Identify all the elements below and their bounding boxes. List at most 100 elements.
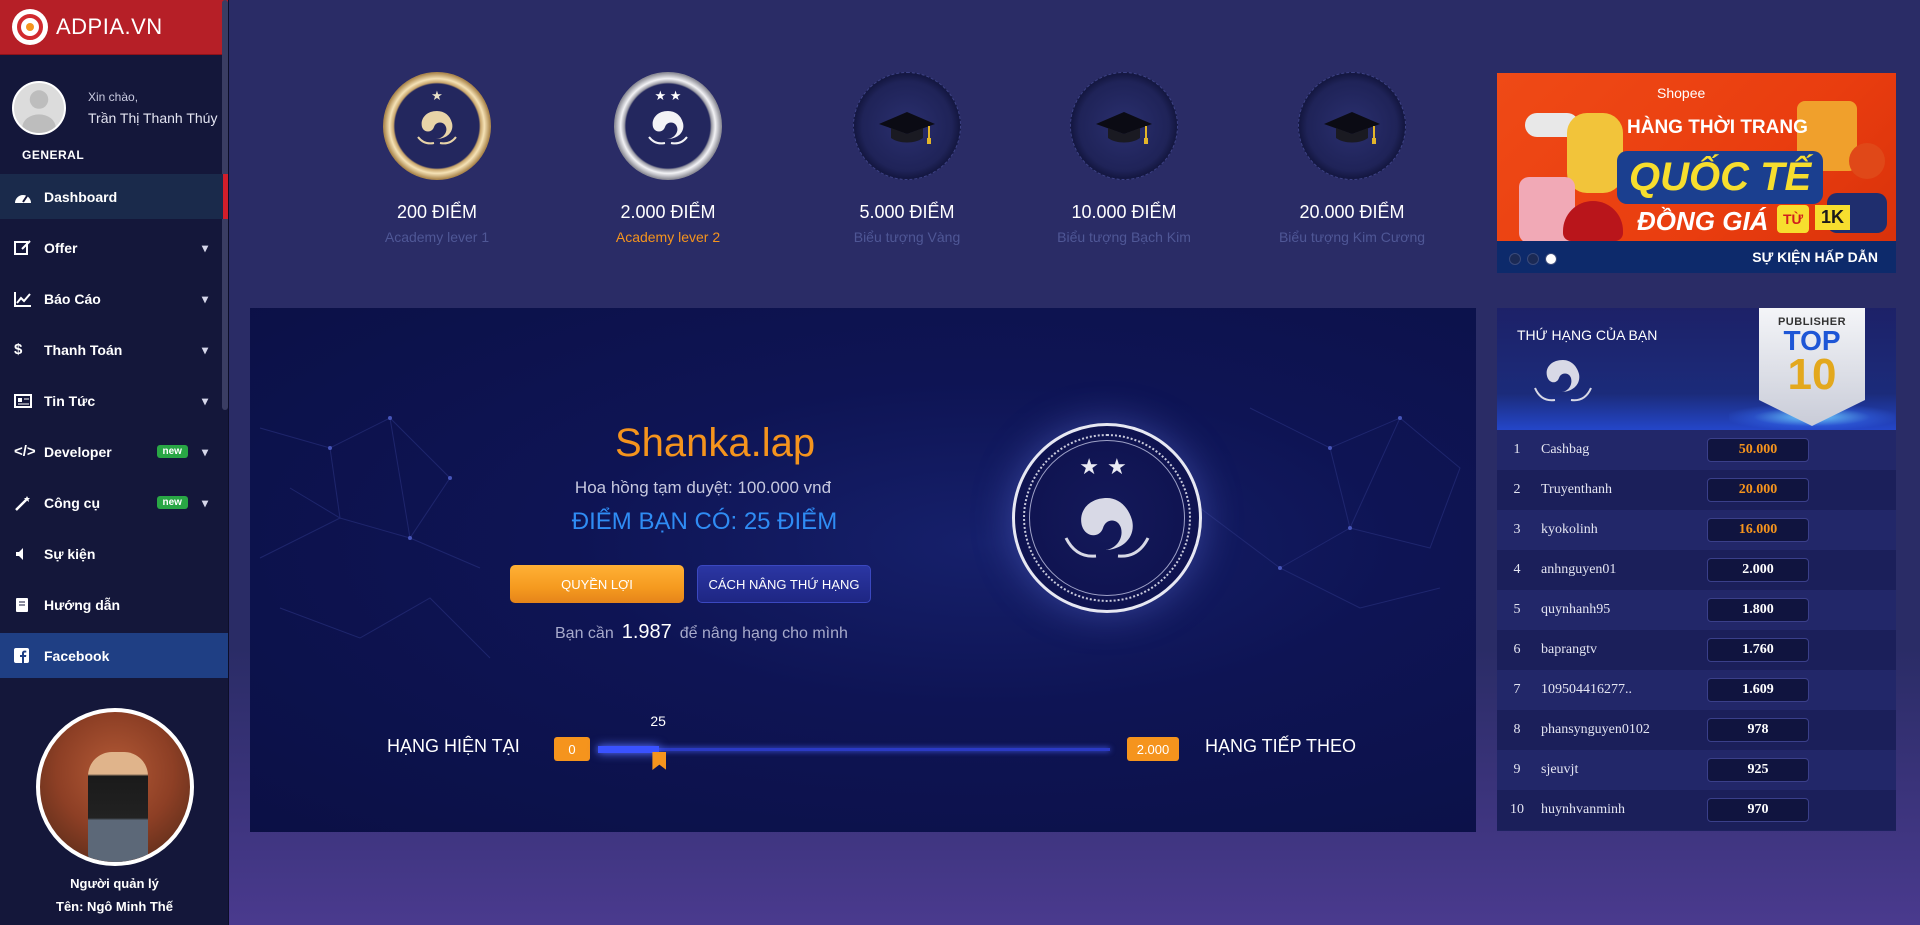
nav-section-title: GENERAL bbox=[22, 148, 85, 162]
chevron-down-icon: ▾ bbox=[201, 495, 208, 510]
level-badge-2[interactable]: ★ ★ 2.000 ĐIỂM Academy lever 2 bbox=[568, 72, 768, 245]
sidebar: ADPIA.VN Xin chào, Trần Thị Thanh Thúy G… bbox=[0, 0, 229, 925]
volume-icon bbox=[14, 547, 36, 561]
chevron-down-icon: ▾ bbox=[201, 291, 208, 306]
level-badge-4[interactable]: 10.000 ĐIỂM Biểu tượng Bạch Kim bbox=[1024, 72, 1224, 245]
need-prefix: Bạn cần bbox=[555, 625, 614, 642]
rank-number: 6 bbox=[1513, 642, 1521, 657]
progress-marker bbox=[652, 752, 667, 770]
sidebar-item-guide[interactable]: Hướng dẫn bbox=[0, 582, 228, 627]
graduation-cap-icon bbox=[1298, 72, 1406, 180]
brand-header[interactable]: ADPIA.VN bbox=[0, 0, 228, 55]
publisher-score: 1.760 bbox=[1707, 638, 1809, 662]
new-badge: new bbox=[156, 445, 188, 458]
level-badge-3[interactable]: 5.000 ĐIỂM Biểu tượng Vàng bbox=[807, 72, 1007, 245]
sidebar-item-payment[interactable]: $ Thanh Toán ▾ bbox=[0, 327, 228, 372]
user-avatar[interactable] bbox=[12, 80, 66, 135]
leaderboard-title: THỨ HẠNG CỦA BẠN bbox=[1517, 327, 1658, 343]
sidebar-item-label: Báo Cáo bbox=[44, 290, 101, 307]
adpia-logo-icon bbox=[12, 9, 48, 45]
table-row[interactable]: 8 phansynguyen0102 978 bbox=[1497, 710, 1896, 750]
points-have-text: ĐIỂM BẠN CÓ: 25 ĐIỂM bbox=[571, 508, 838, 535]
dollar-icon: $ bbox=[14, 341, 23, 358]
carousel-dot[interactable] bbox=[1527, 253, 1539, 265]
banner-line2: QUỐC TẾ bbox=[1617, 151, 1824, 204]
book-icon bbox=[14, 597, 36, 613]
how-to-rank-up-button[interactable]: CÁCH NÂNG THỨ HẠNG bbox=[697, 565, 871, 603]
publisher-score: 978 bbox=[1707, 718, 1809, 742]
table-row[interactable]: 5 quynhanh95 1.800 bbox=[1497, 590, 1896, 630]
user-name: Trần Thị Thanh Thúy bbox=[88, 109, 218, 126]
rank-number: 8 bbox=[1513, 722, 1521, 737]
banner-line3: ĐỒNG GIÁ bbox=[1637, 206, 1769, 236]
banner-line1: HÀNG THỜI TRANG bbox=[1627, 117, 1808, 138]
level-points: 10.000 ĐIỂM bbox=[1071, 202, 1177, 222]
level-points: 5.000 ĐIỂM bbox=[859, 202, 955, 222]
table-row[interactable]: 9 sjeuvjt 925 bbox=[1497, 750, 1896, 790]
publisher-name: 109504416277.. bbox=[1541, 682, 1632, 697]
publisher-name: anhnguyen01 bbox=[1541, 562, 1617, 577]
rank-number: 2 bbox=[1513, 482, 1521, 497]
academy-medal-icon: ★ bbox=[383, 72, 491, 180]
facebook-icon bbox=[14, 648, 36, 663]
graduation-cap-icon bbox=[1070, 72, 1178, 180]
publisher-score: 20.000 bbox=[1707, 478, 1809, 502]
sidebar-item-facebook[interactable]: Facebook bbox=[0, 633, 228, 678]
level-name: Biểu tượng Kim Cương bbox=[1278, 229, 1426, 245]
table-row[interactable]: 10 huynhvanminh 970 bbox=[1497, 790, 1896, 830]
rank-number: 4 bbox=[1513, 562, 1521, 577]
dashboard-icon bbox=[14, 190, 36, 204]
benefits-button[interactable]: QUYỀN LỢI bbox=[510, 565, 684, 603]
rank-number: 7 bbox=[1513, 682, 1521, 697]
rank-progress: HẠNG HIỆN TẠI 0 25 2.000 HẠNG TIẾP THEO bbox=[250, 713, 1476, 773]
next-rank-label: HẠNG TIẾP THEO bbox=[1205, 736, 1357, 756]
rank-panel: Shanka.lap Hoa hồng tạm duyệt: 100.000 v… bbox=[250, 308, 1476, 832]
leaderboard: THỨ HẠNG CỦA BẠN PUBLISHER TOP 10 1 Cashb… bbox=[1497, 308, 1896, 831]
sidebar-item-offer[interactable]: Offer ▾ bbox=[0, 225, 228, 270]
need-value: 1.987 bbox=[621, 621, 672, 643]
sidebar-item-reports[interactable]: Báo Cáo ▾ bbox=[0, 276, 228, 321]
publisher-score: 1.800 bbox=[1707, 598, 1809, 622]
edit-icon bbox=[14, 239, 36, 256]
level-badge-1[interactable]: ★ 200 ĐIỂM Academy lever 1 bbox=[337, 72, 537, 245]
table-row[interactable]: 2 Truyenthanh 20.000 bbox=[1497, 470, 1896, 510]
publisher-score: 2.000 bbox=[1707, 558, 1809, 582]
chevron-down-icon: ▾ bbox=[201, 444, 208, 459]
rank-number: 10 bbox=[1510, 802, 1524, 817]
carousel-dot-active[interactable] bbox=[1545, 253, 1557, 265]
need-suffix: để nâng hạng cho mình bbox=[679, 625, 848, 642]
level-points: 200 ĐIỂM bbox=[396, 202, 478, 222]
new-badge: new bbox=[156, 496, 188, 509]
table-row[interactable]: 3 kyokolinh 16.000 bbox=[1497, 510, 1896, 550]
banner-tu: TỪ bbox=[1777, 205, 1810, 233]
progress-value-label: 25 bbox=[650, 713, 666, 729]
sidebar-item-events[interactable]: Sự kiện bbox=[0, 531, 228, 576]
chevron-down-icon: ▾ bbox=[201, 393, 208, 408]
publisher-score: 50.000 bbox=[1707, 438, 1809, 462]
table-row[interactable]: 1 Cashbag 50.000 bbox=[1497, 430, 1896, 470]
publisher-score: 970 bbox=[1707, 798, 1809, 822]
shopee-brand: Shopee bbox=[1657, 85, 1706, 101]
sidebar-item-developer[interactable]: </> Developer new ▾ bbox=[0, 429, 228, 474]
promo-banner[interactable]: Shopee HÀNG THỜI TRANG QUỐC TẾ ĐỒNG GIÁ … bbox=[1497, 73, 1896, 273]
level-name: Biểu tượng Bạch Kim bbox=[1057, 229, 1191, 245]
rank-number: 3 bbox=[1513, 522, 1521, 537]
rank-emblem-icon bbox=[1534, 360, 1592, 402]
sidebar-item-label: Offer bbox=[44, 239, 78, 256]
sidebar-item-label: Công cụ bbox=[44, 494, 100, 511]
chevron-down-icon: ▾ bbox=[201, 342, 208, 357]
sidebar-item-news[interactable]: Tin Tức ▾ bbox=[0, 378, 228, 423]
table-row[interactable]: 6 baprangtv 1.760 bbox=[1497, 630, 1896, 670]
banner-k: 1K bbox=[1815, 205, 1851, 230]
table-row[interactable]: 7 109504416277.. 1.609 bbox=[1497, 670, 1896, 710]
magic-wand-icon bbox=[14, 495, 36, 511]
level-name: Academy lever 1 bbox=[384, 229, 490, 245]
publisher-name: huynhvanminh bbox=[1541, 802, 1625, 817]
sidebar-item-dashboard[interactable]: Dashboard bbox=[0, 174, 228, 219]
manager-photo bbox=[35, 708, 194, 866]
sidebar-item-tools[interactable]: Công cụ new ▾ bbox=[0, 480, 228, 525]
table-row[interactable]: 4 anhnguyen01 2.000 bbox=[1497, 550, 1896, 590]
sidebar-item-label: Facebook bbox=[44, 647, 110, 664]
carousel-dot[interactable] bbox=[1509, 253, 1521, 265]
level-badge-5[interactable]: 20.000 ĐIỂM Biểu tượng Kim Cương bbox=[1252, 72, 1452, 245]
